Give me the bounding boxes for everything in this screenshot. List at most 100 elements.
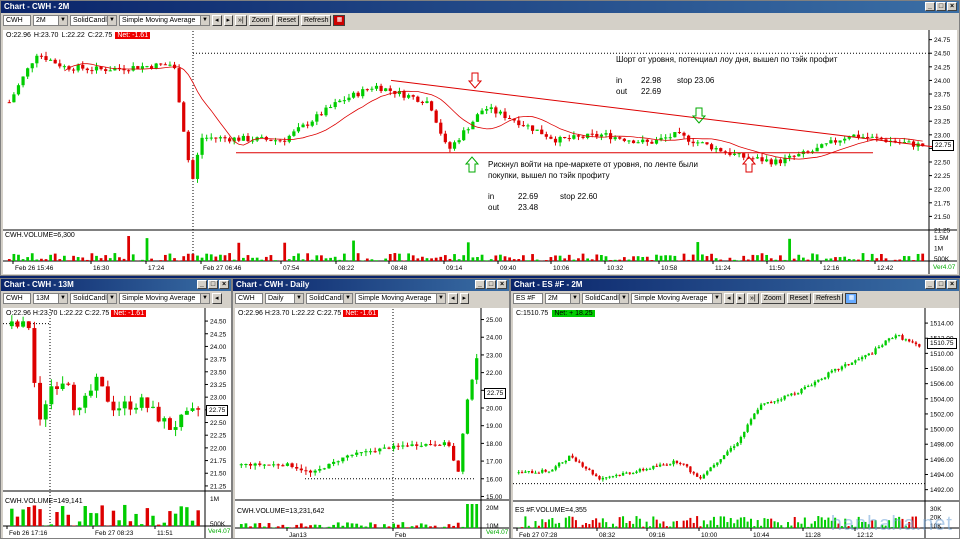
volume-bar [182, 256, 186, 261]
symbol-input[interactable]: CWH [235, 293, 263, 304]
candle [645, 139, 649, 142]
candle [611, 476, 615, 478]
candle [682, 132, 686, 136]
price-plot[interactable]: 24.75 24.50 24.25 24.00 23.75 23.50 23.25 23.00… [3, 30, 957, 274]
interval-select[interactable]: 2M ▼ [33, 15, 68, 26]
close-button[interactable]: × [947, 280, 957, 289]
x-tick-label: 09:14 [446, 265, 463, 272]
volume-bar [880, 254, 883, 261]
volume-bar [756, 255, 759, 261]
close-button[interactable]: × [947, 2, 957, 11]
scroll-left-button[interactable]: ◂ [724, 293, 734, 304]
maximize-button[interactable]: □ [486, 280, 496, 289]
study-select[interactable]: Simple Moving Average ▼ [119, 15, 210, 26]
last-price-marker: 1510.75 [927, 338, 957, 349]
close-button[interactable]: × [497, 280, 507, 289]
scroll-end-button[interactable]: »| [747, 293, 759, 304]
volume-bar [574, 520, 577, 528]
minimize-button[interactable]: _ [925, 280, 935, 289]
volume-bar [551, 517, 554, 528]
interval-select[interactable]: Daily ▼ [265, 293, 304, 304]
volume-bar [85, 259, 89, 261]
volume-bar [475, 504, 479, 528]
candle [173, 427, 178, 430]
minimize-button[interactable]: _ [925, 2, 935, 11]
reset-button[interactable]: Reset [786, 293, 811, 304]
candle [350, 454, 354, 456]
candle [452, 142, 457, 149]
volume-bar [729, 518, 732, 528]
volume-bar [421, 256, 424, 261]
symbol-input[interactable]: CWH [3, 293, 31, 304]
study-select[interactable]: Simple Moving Average ▼ [119, 293, 210, 304]
price-plot[interactable]: 25.0024.0023.0022.0021.0020.0019.0018.00… [235, 308, 509, 538]
volume-bar [456, 522, 460, 528]
zoom-button[interactable]: Zoom [760, 293, 785, 304]
volume-bar [659, 255, 663, 261]
x-tick-label: 09:40 [500, 265, 517, 272]
volume-bar [402, 260, 406, 261]
price-plot[interactable]: 24.50 24.25 24.00 23.75 23.50 23.25 23.00 22.75… [3, 308, 231, 538]
scroll-left-button[interactable]: ◂ [212, 15, 222, 26]
style-select[interactable]: SolidCandle ▼ [70, 293, 117, 304]
candle [139, 397, 144, 408]
candle [673, 132, 677, 138]
volume-bar [447, 524, 451, 528]
volume-bar [537, 525, 540, 528]
scroll-right-button[interactable]: ▸ [223, 15, 234, 26]
ohlc-readout: O:22.96 H:23.70 L:22.22 C:22.75 Net: -1.… [6, 32, 151, 39]
refresh-button[interactable]: Refresh [812, 293, 844, 304]
candle [88, 390, 93, 396]
scroll-end-button[interactable]: »| [235, 15, 247, 26]
candle [145, 397, 150, 408]
candle [823, 377, 827, 379]
volume-bar [111, 510, 116, 526]
study-select[interactable]: Simple Moving Average ▼ [355, 293, 446, 304]
y-tick-label: 23.75 [934, 92, 951, 99]
scroll-right-button[interactable]: ▸ [459, 293, 470, 304]
candle [200, 137, 204, 155]
volume-bar [618, 259, 622, 261]
close-button[interactable]: × [219, 280, 229, 289]
maximize-button[interactable]: □ [208, 280, 218, 289]
chart-settings-icon[interactable]: ▦ [845, 293, 858, 304]
volume-bar [117, 520, 121, 526]
scroll-left-button[interactable]: ◂ [212, 293, 222, 304]
volume-bar [655, 254, 658, 261]
volume-bar [912, 260, 915, 261]
minimize-button[interactable]: _ [197, 280, 207, 289]
candle [167, 418, 172, 430]
high-value: H:23.70 [33, 32, 59, 39]
style-select[interactable]: SolidCandle ▼ [70, 15, 117, 26]
y-tick-label: 1514.00 [930, 321, 954, 328]
price-plot[interactable]: 1514.001512.001510.001508.001506.001504.… [513, 308, 959, 538]
style-select[interactable]: SolidCandle ▼ [582, 293, 629, 304]
scroll-right-button[interactable]: ▸ [735, 293, 746, 304]
volume-bar [691, 254, 695, 261]
reset-button[interactable]: Reset [274, 15, 299, 26]
symbol-input[interactable]: CWH [3, 15, 31, 26]
volume-bar [452, 525, 455, 528]
style-select[interactable]: SolidCandle ▼ [306, 293, 353, 304]
symbol-input[interactable]: ES #F [513, 293, 543, 304]
candle [35, 55, 39, 64]
candle [675, 460, 679, 463]
volume-bar [541, 519, 544, 528]
interval-select[interactable]: 13M ▼ [33, 293, 68, 304]
maximize-button[interactable]: □ [936, 280, 946, 289]
study-select[interactable]: Simple Moving Average ▼ [631, 293, 722, 304]
minimize-button[interactable]: _ [475, 280, 485, 289]
chevron-down-icon: ▼ [107, 294, 116, 303]
volume-bar [485, 260, 489, 261]
volume-bar [659, 523, 662, 528]
scroll-left-button[interactable]: ◂ [448, 293, 458, 304]
candle [866, 136, 870, 138]
candle [442, 442, 446, 446]
zoom-button[interactable]: Zoom [248, 15, 273, 26]
volume-bar [401, 522, 405, 528]
maximize-button[interactable]: □ [936, 2, 946, 11]
interval-select[interactable]: 2M ▼ [545, 293, 580, 304]
candle [844, 364, 847, 367]
refresh-button[interactable]: Refresh [300, 15, 332, 26]
chart-settings-icon[interactable]: ▦ [333, 15, 346, 26]
